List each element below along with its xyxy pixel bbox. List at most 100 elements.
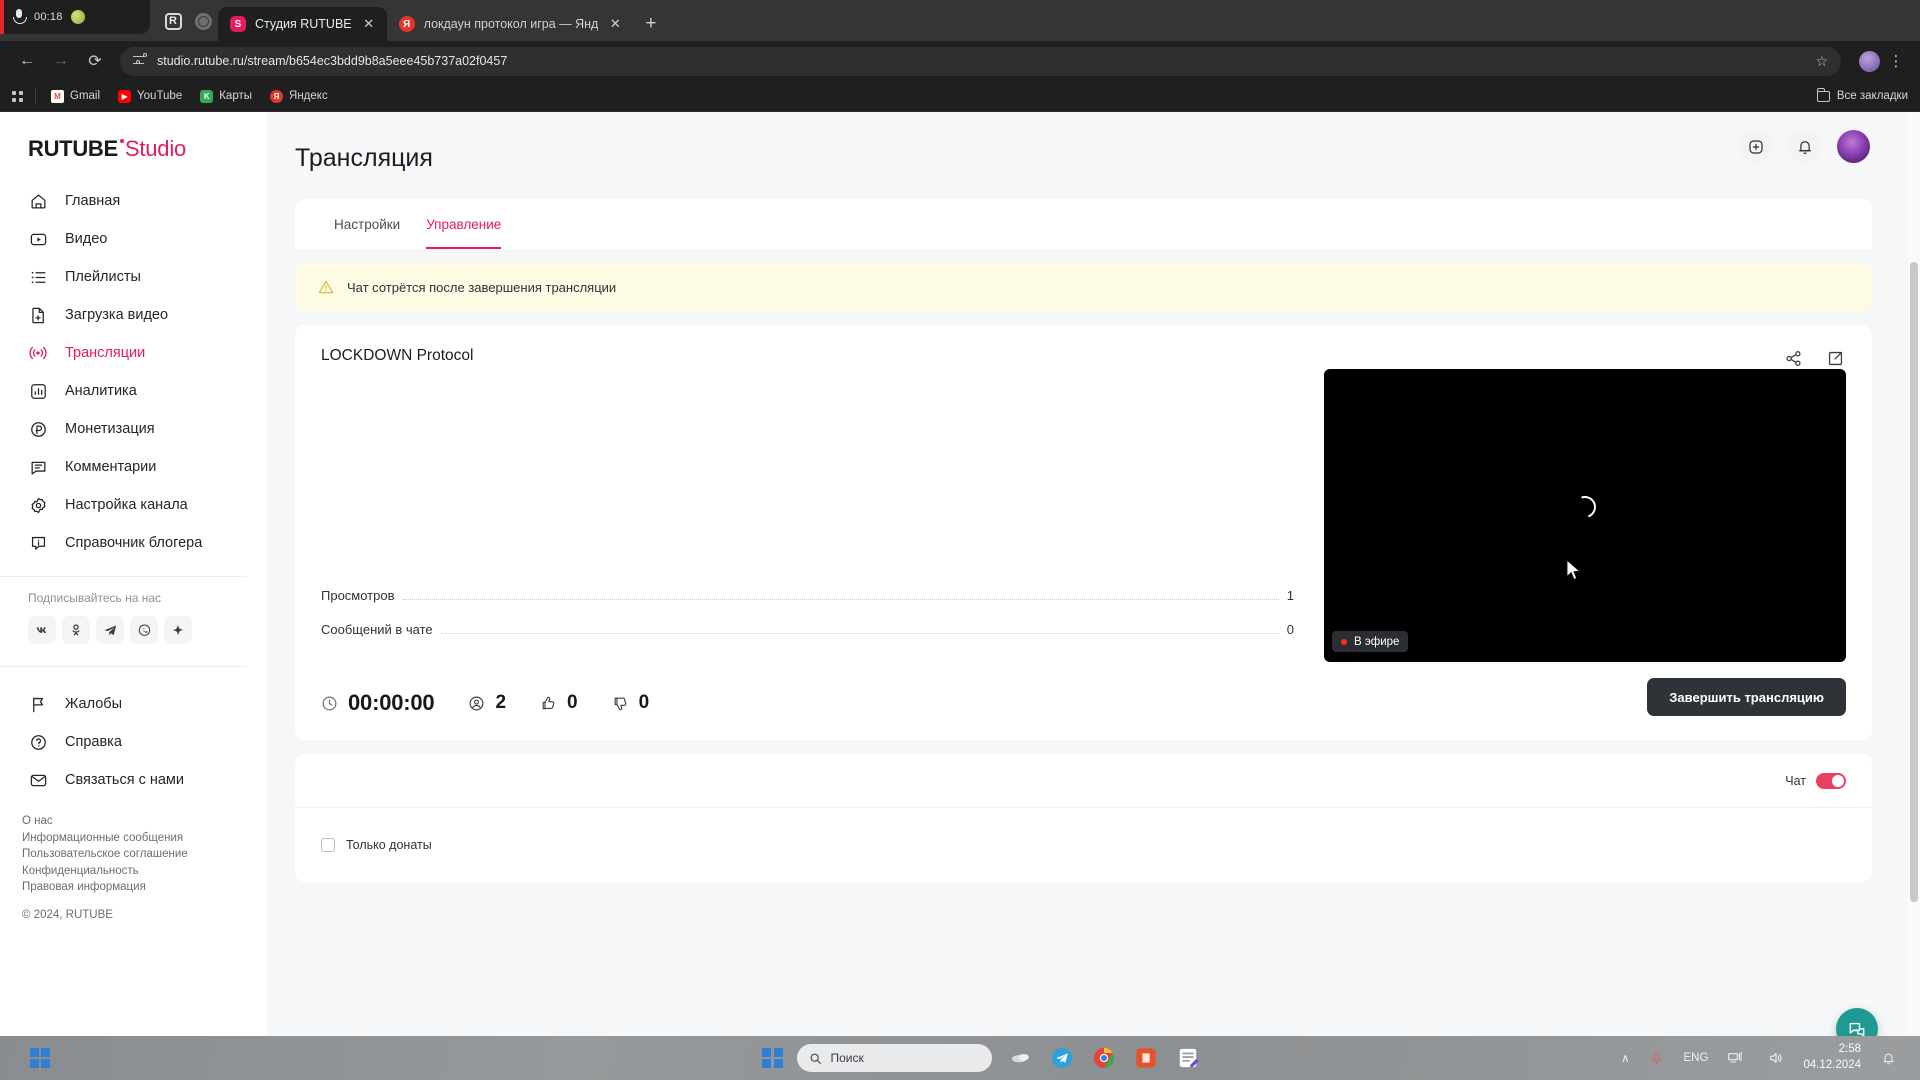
apps-grid-icon[interactable] [12,90,23,102]
user-avatar[interactable] [1837,130,1870,163]
chat-toggle[interactable] [1816,772,1846,789]
divider [35,88,36,104]
browser-menu-icon[interactable]: ⋮ [1884,52,1908,70]
vk-icon[interactable] [28,616,56,644]
donates-only-checkbox[interactable] [321,838,335,852]
taskbar-left-app[interactable] [8,1047,72,1069]
sidebar-item-analytics[interactable]: Аналитика [0,372,267,410]
plus-icon[interactable] [164,616,192,644]
weather-widget-icon [1011,1053,1029,1063]
sidebar-item-video[interactable]: Видео [0,220,267,258]
sidebar-item-channel-settings[interactable]: Настройка канала [0,486,267,524]
like-icon[interactable] [540,695,557,712]
sidebar-item-home[interactable]: Главная [0,182,267,220]
tab-lockdown-protocol[interactable]: Я локдаун протокол игра — Янд ✕ [387,7,634,41]
notifications-button[interactable] [1788,130,1821,163]
open-external-icon[interactable] [1826,349,1846,369]
tray-language-indicator[interactable]: ENG [1684,1052,1709,1064]
reload-icon[interactable]: ⟳ [80,46,110,76]
stats-block: Просмотров 1 Сообщений в чате 0 [321,568,1294,656]
telegram-taskbar-icon [1051,1047,1072,1069]
tray-network-icon[interactable] [1721,1044,1749,1072]
pinned-tab-r[interactable]: R [158,7,188,35]
tray-mic-icon[interactable] [1643,1044,1671,1072]
sidebar-item-playlists[interactable]: Плейлисты [0,258,267,296]
sidebar-item-complaints[interactable]: Жалобы [0,685,267,723]
sidebar-item-upload[interactable]: Загрузка видео [0,296,267,334]
close-icon[interactable]: ✕ [361,16,377,32]
taskbar-app-telegram[interactable] [1048,1044,1076,1072]
bookmark-star-icon[interactable]: ☆ [1815,53,1828,70]
page-scrollbar-track[interactable] [1908,112,1920,1080]
metric-viewers: 2 [468,692,506,714]
home-icon [28,191,48,211]
pinned-tab-globe[interactable] [188,7,218,35]
live-badge: В эфире [1332,631,1409,652]
tab-title: Студия RUTUBE [255,17,352,31]
tray-notification-icon[interactable] [1874,1044,1902,1072]
metric-likes: 0 [540,692,578,714]
sidebar-item-monetization[interactable]: Монетизация [0,410,267,448]
footer-link-privacy[interactable]: Конфиденциальность [22,865,239,877]
taskbar-search[interactable]: Поиск [796,1044,992,1072]
sidebar-item-contact[interactable]: Связаться с нами [0,761,267,799]
footer-link-legal[interactable]: Правовая информация [22,881,239,893]
taskbar-app-chrome[interactable] [1090,1044,1118,1072]
new-tab-button[interactable]: + [633,13,668,41]
footer-link-about[interactable]: О нас [22,815,239,827]
tray-volume-icon[interactable] [1762,1044,1790,1072]
sidebar-item-blogger-guide[interactable]: Справочник блогера [0,524,267,562]
chat-card: Чат Только донаты [295,754,1872,882]
all-bookmarks-label: Все закладки [1836,90,1908,102]
tray-clock[interactable]: 2:58 04.12.2024 [1803,1042,1861,1073]
share-icon[interactable] [1784,349,1804,369]
dislike-icon[interactable] [612,695,629,712]
gear-icon [28,495,48,515]
microphone-icon[interactable] [12,8,27,26]
windows-start-icon[interactable] [29,1047,51,1069]
bookmark-youtube[interactable]: ▶ YouTube [109,87,191,106]
metric-duration: 00:00:00 [321,690,435,716]
tab-settings[interactable]: Настройки [321,199,413,249]
taskbar-app-editor[interactable] [1174,1044,1202,1072]
bookmark-gmail[interactable]: M Gmail [42,87,109,106]
sidebar-item-help[interactable]: Справка [0,723,267,761]
all-bookmarks-button[interactable]: Все закладки [1816,88,1908,102]
close-icon[interactable]: ✕ [607,16,623,32]
footer-link-user-agreement[interactable]: Пользовательское соглашение [22,848,239,860]
site-settings-icon[interactable] [133,53,148,69]
add-video-button[interactable] [1739,130,1772,163]
playlist-icon [28,267,48,287]
viber-icon[interactable] [130,616,158,644]
screen-recorder-pill[interactable]: 00:18 [0,0,150,34]
sidebar-item-comments[interactable]: Комментарии [0,448,267,486]
bookmark-maps[interactable]: K Карты [191,87,261,106]
taskbar-app-obs[interactable] [1132,1044,1160,1072]
sidebar-item-label: Настройка канала [65,497,188,513]
rutube-studio-logo[interactable]: RUTUBE Studio [0,112,267,174]
copyright-text: © 2024, RUTUBE [22,909,113,921]
end-stream-button[interactable]: Завершить трансляцию [1647,678,1846,716]
tray-expand-icon[interactable]: ∧ [1621,1051,1629,1065]
live-badge-label: В эфире [1354,635,1400,648]
sidebar-item-broadcasts[interactable]: Трансляции [0,334,267,372]
browser-profile-avatar[interactable] [1859,50,1880,72]
footer-link-info-messages[interactable]: Информационные сообщения [22,832,239,844]
page-scrollbar-thumb[interactable] [1910,262,1918,902]
address-bar[interactable]: studio.rutube.ru/stream/b654ec3bdd9b8a5e… [120,46,1841,76]
telegram-icon[interactable] [96,616,124,644]
taskbar-widget-icon[interactable] [1006,1044,1034,1072]
stream-player[interactable]: В эфире [1324,369,1846,662]
chrome-taskbar-icon [1093,1047,1114,1069]
bookmark-yandex[interactable]: Я Яндекс [261,87,337,106]
stream-title: LOCKDOWN Protocol [321,347,474,364]
recorder-time: 00:18 [34,11,63,23]
start-button[interactable] [762,1047,783,1069]
tab-management[interactable]: Управление [413,199,514,249]
back-icon[interactable]: ← [12,46,42,76]
tray-date: 04.12.2024 [1803,1059,1861,1071]
forward-icon[interactable]: → [46,46,76,76]
rutube-favicon: S [230,16,246,32]
ok-icon[interactable] [62,616,90,644]
tab-studio-rutube[interactable]: S Студия RUTUBE ✕ [218,7,387,41]
